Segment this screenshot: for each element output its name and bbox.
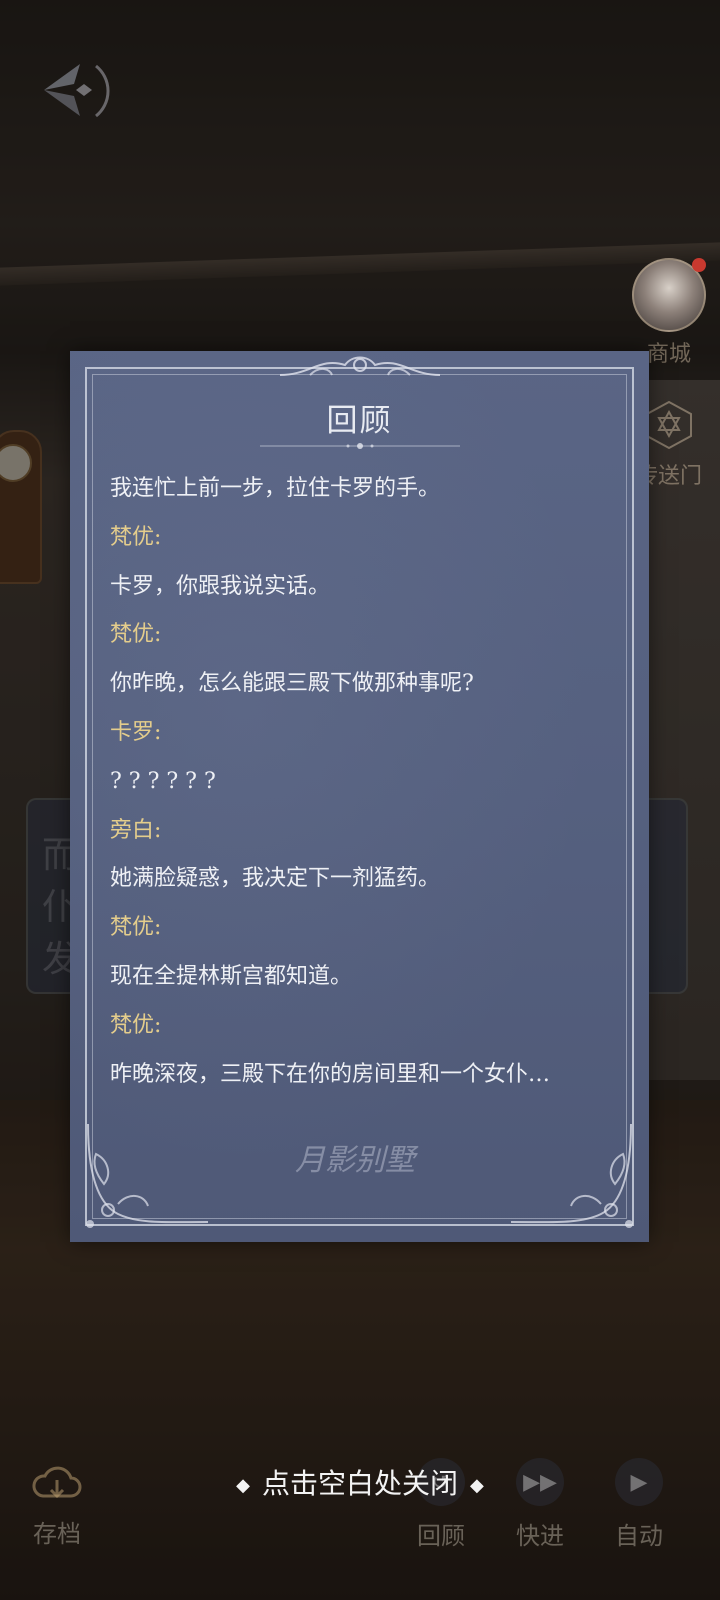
notification-dot [692, 258, 706, 272]
avatar [632, 258, 706, 332]
speaker-name: 卡罗: [110, 719, 162, 745]
review-line: 她满脸疑惑，我决定下一剂猛药。 [110, 866, 441, 892]
corner-ornament-right [510, 1123, 633, 1228]
portal-icon [646, 400, 692, 450]
back-arrow-icon [44, 64, 110, 118]
auto-label: 自动 [615, 1522, 663, 1550]
close-hint-text: 点击空白处关闭 [261, 1467, 458, 1500]
diamond-icon: ◆ [236, 1474, 250, 1496]
review-line: 卡罗，你跟我说实话。 [110, 573, 331, 599]
speaker-name: 梵优: [110, 524, 162, 550]
top-ornament [279, 356, 441, 376]
review-panel: 回顾 我连忙上前一步，拉住卡罗的手。 梵优: 卡罗，你跟我说实话。 梵优: 你昨… [70, 351, 649, 1242]
game-logo: 月影别墅 [295, 1143, 415, 1178]
save-label: 存档 [33, 1520, 81, 1548]
speaker-name: 梵优: [110, 1012, 162, 1038]
speaker-name: 梵优: [110, 622, 162, 648]
review-label: 回顾 [417, 1522, 465, 1550]
review-line: ? ? ? ? ? ? [110, 768, 216, 794]
corner-ornament-left [86, 1123, 209, 1228]
title-divider [260, 443, 460, 449]
review-line: 你昨晚，怎么能跟三殿下做那种事呢? [110, 671, 474, 697]
speaker-name: 旁白: [110, 817, 162, 843]
close-hint: ◆ 点击空白处关闭 ◆ [0, 1462, 720, 1502]
diamond-icon: ◆ [470, 1474, 484, 1496]
fastforward-label: 快进 [516, 1522, 564, 1550]
panel-title: 回顾 [326, 403, 393, 439]
review-line: 昨晚深夜，三殿下在你的房间里和一个女仆… [110, 1061, 551, 1087]
review-line: 我连忙上前一步，拉住卡罗的手。 [110, 476, 441, 501]
review-log[interactable]: 我连忙上前一步，拉住卡罗的手。 梵优: 卡罗，你跟我说实话。 梵优: 你昨晚，怎… [110, 465, 619, 1099]
back-button[interactable] [36, 56, 122, 126]
review-line: 现在全提林斯宫都知道。 [110, 963, 353, 989]
speaker-name: 梵优: [110, 915, 162, 941]
